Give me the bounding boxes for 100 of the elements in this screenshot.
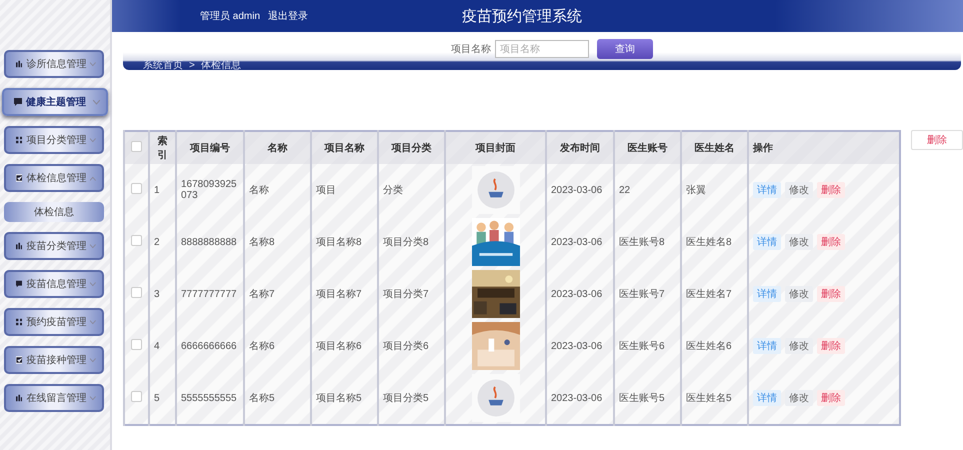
table-cell: 2 <box>149 216 176 268</box>
admin-label: 管理员 admin <box>200 10 260 23</box>
edit-button[interactable]: 修改 <box>785 182 813 198</box>
table-cell: 6666666666 <box>176 320 244 372</box>
table-cell: 张翼 <box>681 164 748 216</box>
table-cell: 4 <box>149 320 176 372</box>
chevron-icon <box>90 320 96 324</box>
table-cell: 项目分类5 <box>378 372 445 425</box>
table-cell: 3 <box>149 268 176 320</box>
chevron-icon <box>90 62 96 66</box>
table-cell: 2023-03-06 <box>546 216 614 268</box>
chevron-icon <box>90 138 96 142</box>
table-cell: 医生姓名8 <box>681 216 748 268</box>
table-cell: 22 <box>614 164 681 216</box>
delete-button[interactable]: 删除 <box>817 286 845 302</box>
column-header[interactable]: 医生姓名 <box>681 131 748 164</box>
chevron-icon <box>93 100 100 104</box>
sidebar-item[interactable]: 在线留言管理 <box>4 384 104 412</box>
column-header[interactable]: 项目分类 <box>378 131 445 164</box>
table-cell: 医生账号7 <box>614 268 681 320</box>
sidebar-item[interactable]: 疫苗信息管理 <box>4 270 104 298</box>
checkbox[interactable] <box>131 339 142 350</box>
edit-button[interactable]: 修改 <box>785 286 813 302</box>
sidebar-item[interactable]: 疫苗分类管理 <box>4 232 104 260</box>
checkbox[interactable] <box>131 183 142 194</box>
edit-button[interactable]: 修改 <box>785 338 813 354</box>
column-header[interactable]: 索引 <box>149 131 176 164</box>
table-cell: 2023-03-06 <box>546 268 614 320</box>
grid-icon <box>16 318 22 326</box>
sidebar-subitem[interactable]: 体检信息 <box>4 202 104 222</box>
table-cell: 名称8 <box>244 216 311 268</box>
table-cell: 项目 <box>311 164 378 216</box>
edit-button[interactable]: 修改 <box>785 390 813 406</box>
delete-button[interactable]: 删除 <box>817 182 845 198</box>
chart-icon <box>16 242 22 250</box>
column-header[interactable]: 发布时间 <box>546 131 614 164</box>
table-cell: 名称7 <box>244 268 311 320</box>
chat-icon <box>16 280 22 288</box>
checkbox[interactable] <box>131 235 142 246</box>
breadcrumb-link[interactable]: 体检信息 <box>200 61 241 71</box>
table-cell: 项目名称7 <box>311 268 378 320</box>
table-cell: 名称5 <box>244 372 311 425</box>
sidebar-item[interactable]: 健康主题管理 <box>2 88 108 116</box>
table-cell: 项目分类7 <box>378 268 445 320</box>
table-cell: 医生姓名6 <box>681 320 748 372</box>
table-cell: 7777777777 <box>176 268 244 320</box>
search-field[interactable]: 项目名称 <box>495 40 589 58</box>
table-cell: 医生账号6 <box>614 320 681 372</box>
table-cell: 医生账号8 <box>614 216 681 268</box>
sidebar-item[interactable]: 预约疫苗管理 <box>4 308 104 336</box>
table-cell: 项目名称8 <box>311 216 378 268</box>
chevron-icon <box>90 176 96 180</box>
breadcrumb-link[interactable]: 系统首页 <box>143 61 183 71</box>
table-cell: 2023-03-06 <box>546 164 614 216</box>
column-header[interactable]: 项目编号 <box>176 131 244 164</box>
search-button[interactable]: 查询 <box>597 39 653 59</box>
chevron-icon <box>90 396 96 400</box>
logout-link[interactable]: 退出登录 <box>268 9 308 23</box>
table-cell: 1 <box>149 164 176 216</box>
table-cell: 项目分类8 <box>378 216 445 268</box>
checkbox[interactable] <box>131 287 142 298</box>
sidebar-item[interactable]: 诊所信息管理 <box>4 50 104 78</box>
app-title: 疫苗预约管理系统 <box>462 6 582 26</box>
edit-button[interactable]: 修改 <box>785 234 813 250</box>
table-cell: 8888888888 <box>176 216 244 268</box>
chart-icon <box>16 394 22 402</box>
table-cell: 5 <box>149 372 176 425</box>
chevron-icon <box>90 244 96 248</box>
grid-icon <box>16 136 22 144</box>
delete-button[interactable]: 删除 <box>817 234 845 250</box>
table-cell: 项目名称5 <box>311 372 378 425</box>
checkbox-icon <box>16 174 22 182</box>
search-label: 项目名称 <box>451 43 491 56</box>
column-header: 操作 <box>748 131 900 164</box>
checkbox[interactable] <box>131 141 142 152</box>
delete-button[interactable]: 删除 <box>911 130 963 150</box>
checkbox[interactable] <box>131 391 142 402</box>
chevron-icon <box>90 358 96 362</box>
chat-icon <box>14 98 22 106</box>
table-cell: 1678093925073 <box>176 164 244 216</box>
table-cell: 医生姓名7 <box>681 268 748 320</box>
table-cell: 2023-03-06 <box>546 372 614 425</box>
sidebar-item[interactable]: 体检信息管理 <box>4 164 104 192</box>
delete-button[interactable]: 删除 <box>817 338 845 354</box>
breadcrumb-separator: > <box>189 61 195 71</box>
table-cell: 名称6 <box>244 320 311 372</box>
delete-button[interactable]: 删除 <box>817 390 845 406</box>
column-header[interactable]: 项目名称 <box>311 131 378 164</box>
column-header[interactable]: 名称 <box>244 131 311 164</box>
column-header[interactable]: 医生账号 <box>614 131 681 164</box>
table-cell: 项目名称6 <box>311 320 378 372</box>
chart-icon <box>16 60 22 68</box>
table-cell: 5555555555 <box>176 372 244 425</box>
sidebar-item[interactable]: 项目分类管理 <box>4 126 104 154</box>
table-cell: 医生姓名5 <box>681 372 748 425</box>
column-header[interactable]: 项目封面 <box>445 131 546 164</box>
table-cell: 项目分类6 <box>378 320 445 372</box>
table-cell: 2023-03-06 <box>546 320 614 372</box>
sidebar-item[interactable]: 疫苗接种管理 <box>4 346 104 374</box>
table-cell: 医生账号5 <box>614 372 681 425</box>
